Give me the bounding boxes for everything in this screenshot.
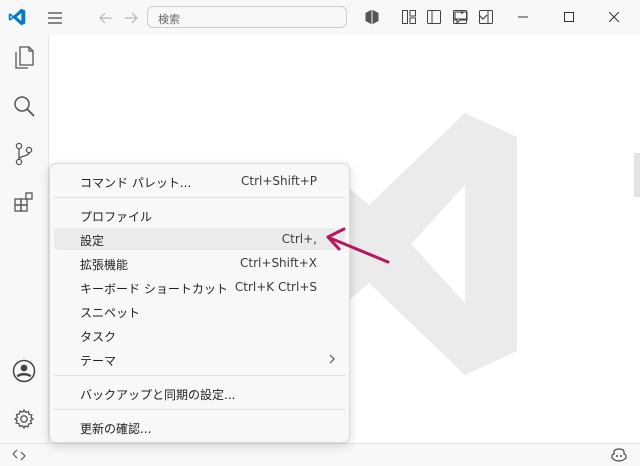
menu-item-tasks[interactable]: タスク bbox=[54, 324, 345, 346]
chevron-right-icon bbox=[329, 353, 335, 367]
menu-item-keyboard-shortcuts[interactable]: キーボード ショートカット Ctrl+K Ctrl+S bbox=[54, 276, 345, 298]
close-icon[interactable] bbox=[603, 6, 625, 28]
menu-item-label: コマンド パレット... bbox=[80, 176, 192, 190]
toggle-panel-icon[interactable] bbox=[450, 7, 470, 27]
back-arrow-icon[interactable] bbox=[95, 7, 117, 29]
toggle-secondary-sidebar-icon[interactable] bbox=[476, 7, 496, 27]
extensions-icon[interactable] bbox=[362, 7, 382, 27]
extensions-icon[interactable] bbox=[9, 187, 39, 217]
search-placeholder: 検索 bbox=[158, 13, 180, 26]
menu-item-profiles[interactable]: プロファイル bbox=[54, 204, 345, 226]
activity-bar bbox=[0, 35, 48, 443]
menu-item-snippets[interactable]: スニペット bbox=[54, 300, 345, 322]
vscode-logo-icon bbox=[7, 7, 27, 27]
accounts-icon[interactable] bbox=[9, 356, 39, 386]
annotation-arrow-icon bbox=[318, 222, 394, 271]
menu-item-label: 拡張機能 bbox=[80, 258, 129, 272]
menu-separator bbox=[54, 409, 345, 410]
source-control-icon[interactable] bbox=[9, 139, 39, 169]
search-icon[interactable] bbox=[9, 91, 39, 121]
menu-item-label: プロファイル bbox=[80, 210, 153, 224]
menu-item-shortcut: Ctrl+Shift+P bbox=[241, 174, 317, 188]
maximize-icon[interactable] bbox=[558, 6, 580, 28]
menu-item-settings[interactable]: 設定 Ctrl+, bbox=[54, 228, 345, 250]
menu-separator bbox=[54, 197, 345, 198]
menu-item-label: 設定 bbox=[80, 234, 105, 248]
minimize-icon[interactable] bbox=[512, 6, 534, 28]
forward-arrow-icon[interactable] bbox=[120, 7, 142, 29]
toggle-primary-sidebar-icon[interactable] bbox=[424, 7, 444, 27]
explorer-icon[interactable] bbox=[9, 43, 39, 73]
menu-item-label: スニペット bbox=[80, 306, 141, 320]
manage-context-menu: コマンド パレット... Ctrl+Shift+P プロファイル 設定 Ctrl… bbox=[49, 163, 350, 443]
scrollbar[interactable] bbox=[634, 153, 640, 197]
menu-item-shortcut: Ctrl+Shift+X bbox=[240, 256, 317, 270]
menu-item-label: タスク bbox=[80, 330, 117, 344]
menu-item-shortcut: Ctrl+, bbox=[281, 232, 317, 246]
command-center-search[interactable]: 検索 bbox=[147, 6, 488, 28]
title-bar: 検索 bbox=[0, 0, 640, 35]
menu-item-label: テーマ bbox=[80, 354, 117, 368]
menu-icon[interactable] bbox=[44, 7, 66, 29]
menu-item-shortcut: Ctrl+K Ctrl+S bbox=[234, 280, 317, 294]
menu-item-backup-sync[interactable]: バックアップと同期の設定... bbox=[54, 382, 345, 404]
remote-icon[interactable] bbox=[10, 447, 28, 463]
menu-item-label: バックアップと同期の設定... bbox=[80, 388, 236, 402]
menu-separator bbox=[54, 375, 345, 376]
menu-item-themes[interactable]: テーマ bbox=[54, 348, 345, 370]
manage-gear-icon[interactable] bbox=[9, 404, 39, 434]
customize-layout-icon[interactable] bbox=[399, 7, 419, 27]
menu-item-extensions[interactable]: 拡張機能 Ctrl+Shift+X bbox=[54, 252, 345, 274]
menu-item-label: キーボード ショートカット bbox=[80, 282, 228, 296]
menu-item-command-palette[interactable]: コマンド パレット... Ctrl+Shift+P bbox=[54, 170, 345, 192]
menu-item-label: 更新の確認... bbox=[80, 422, 152, 436]
menu-item-check-updates[interactable]: 更新の確認... bbox=[54, 416, 345, 438]
copilot-icon[interactable] bbox=[610, 447, 628, 463]
status-bar bbox=[0, 443, 640, 466]
